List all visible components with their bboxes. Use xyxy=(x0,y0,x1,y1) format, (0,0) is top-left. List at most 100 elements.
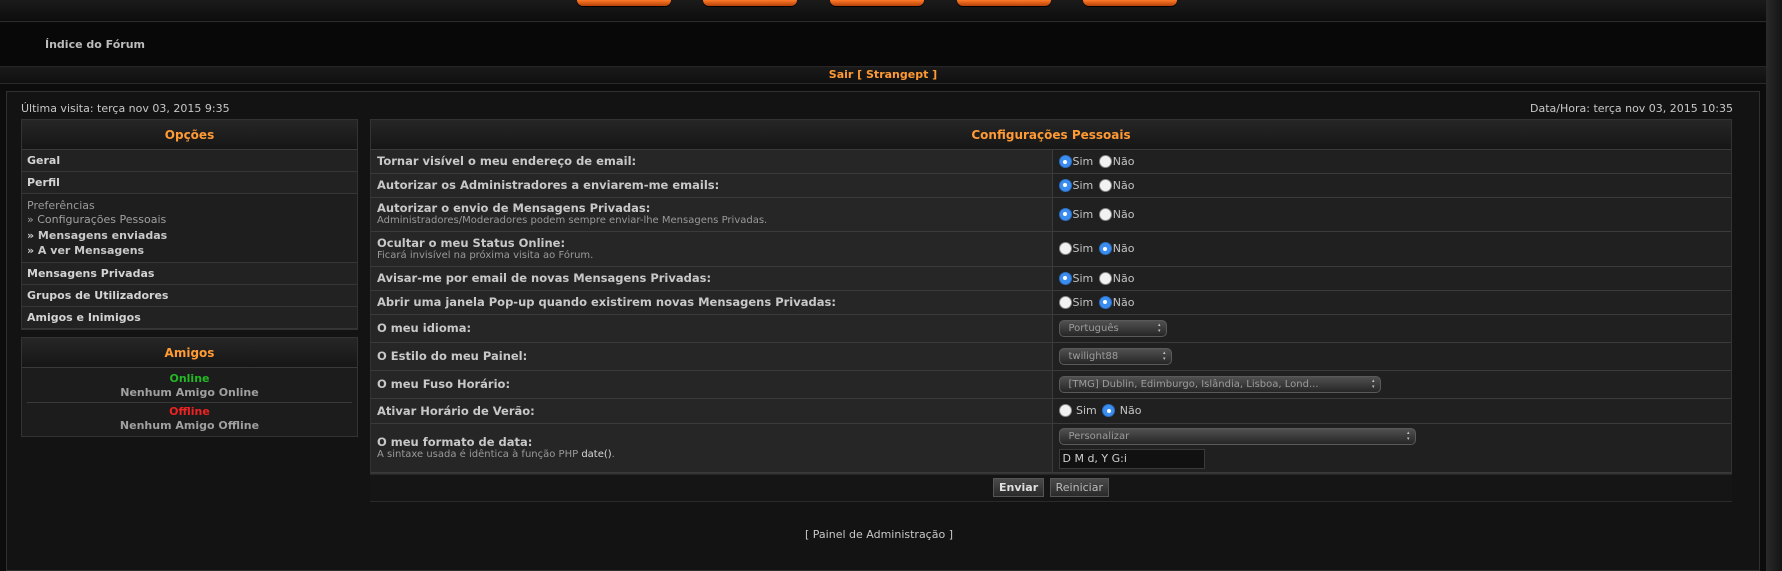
popup-pm-yes-radio[interactable] xyxy=(1058,295,1072,309)
notify-pm-yes-radio[interactable] xyxy=(1058,271,1072,285)
setting-row: Autorizar o envio de Mensagens Privadas:… xyxy=(371,197,1731,232)
setting-label: O meu Fuso Horário: xyxy=(377,377,511,391)
header-nav-button[interactable] xyxy=(957,0,1051,6)
logout-bar: Sair [ Strangept ] xyxy=(0,66,1766,84)
last-visit-text: Última visita: terça nov 03, 2015 9:35 xyxy=(21,102,230,115)
radio-label: Não xyxy=(1112,271,1135,285)
radio-label: Sim xyxy=(1072,295,1094,309)
sidebar-item-private-messages[interactable]: Mensagens Privadas xyxy=(22,263,357,285)
date-format-select[interactable]: Personalizar xyxy=(1058,428,1416,445)
radio-label: Sim xyxy=(1072,155,1094,168)
popup-pm-no-radio[interactable] xyxy=(1098,295,1112,309)
sidebar-item-sent-messages[interactable]: » Mensagens enviadas xyxy=(27,227,352,244)
setting-row: Autorizar os Administradores a enviarem-… xyxy=(371,173,1731,198)
window-scrollbar[interactable] xyxy=(1766,0,1782,571)
top-header-bar xyxy=(0,0,1766,22)
email-visible-no-radio[interactable] xyxy=(1098,155,1112,168)
setting-label: Ativar Horário de Verão: xyxy=(377,403,535,418)
setting-row: Avisar-me por email de novas Mensagens P… xyxy=(371,266,1731,291)
setting-row: Abrir uma janela Pop-up quando existirem… xyxy=(371,290,1731,315)
options-sidebar: Opções Geral Perfil Preferências » Confi… xyxy=(21,119,358,330)
language-select[interactable]: Português xyxy=(1058,319,1167,337)
sidebar-preferences-label[interactable]: Preferências xyxy=(27,199,352,213)
date-format-desc-text: A sintaxe usada é idêntica à função PHP xyxy=(377,448,579,460)
admin-emails-yes-radio[interactable] xyxy=(1058,178,1072,192)
current-datetime-text: Data/Hora: terça nov 03, 2015 10:35 xyxy=(1530,102,1733,115)
setting-label: Autorizar o envio de Mensagens Privadas: xyxy=(377,201,651,215)
friends-body: Online Nenhum Amigo Online Offline Nenhu… xyxy=(22,368,357,433)
admin-emails-no-radio[interactable] xyxy=(1098,178,1112,192)
notify-pm-no-radio[interactable] xyxy=(1098,271,1112,285)
setting-label: Ocultar o meu Status Online: xyxy=(377,235,566,250)
setting-description: Administradores/Moderadores podem sempre… xyxy=(377,215,768,226)
date-format-input[interactable]: D M d, Y G:i xyxy=(1058,449,1205,469)
header-nav-button[interactable] xyxy=(577,0,671,6)
settings-form: Tornar visível o meu endereço de email: … xyxy=(371,150,1731,473)
setting-row: Ocultar o meu Status Online: Ficará invi… xyxy=(371,231,1731,267)
radio-label: Não xyxy=(1112,155,1135,168)
radio-label: Sim xyxy=(1072,178,1094,192)
setting-description: Ficará invisível na próxima visita ao Fó… xyxy=(377,249,594,261)
radio-label: Não xyxy=(1112,207,1135,221)
radio-label: Não xyxy=(1112,178,1135,192)
style-select[interactable]: twilight88 xyxy=(1058,347,1172,365)
dst-yes-radio[interactable] xyxy=(1058,404,1072,418)
radio-label: Sim xyxy=(1076,404,1097,418)
forum-index-link[interactable]: Índice do Fórum xyxy=(45,38,145,51)
sidebar-item-personal-settings[interactable]: » Configurações Pessoais xyxy=(27,213,352,227)
nav-row: Índice do Fórum xyxy=(0,23,1766,67)
hide-online-no-radio[interactable] xyxy=(1098,242,1112,256)
sidebar-item-user-groups[interactable]: Grupos de Utilizadores xyxy=(22,285,357,307)
php-date-link[interactable]: date() xyxy=(581,449,611,460)
admin-panel-link[interactable]: [ Painel de Administração ] xyxy=(0,528,1758,541)
settings-title: Configurações Pessoais xyxy=(371,120,1731,150)
radio-label: Sim xyxy=(1072,271,1094,285)
setting-label: Tornar visível o meu endereço de email: xyxy=(377,154,637,169)
setting-row: O meu Fuso Horário: [TMG] Dublin, Edimbu… xyxy=(371,370,1731,399)
header-nav-button[interactable] xyxy=(703,0,797,6)
personal-settings-panel: Configurações Pessoais Tornar visível o … xyxy=(370,119,1732,474)
logout-link[interactable]: Sair [ Strangept ] xyxy=(829,68,937,81)
sidebar-item-general[interactable]: Geral xyxy=(22,150,357,172)
setting-description: A sintaxe usada é idêntica à função PHP … xyxy=(377,448,615,460)
sidebar-section-preferences: Preferências » Configurações Pessoais » … xyxy=(22,194,357,263)
setting-row: Tornar visível o meu endereço de email: … xyxy=(371,150,1731,174)
sidebar-item-viewing-messages[interactable]: » A ver Mensagens xyxy=(27,244,352,258)
setting-row: O Estilo do meu Painel: twilight88 xyxy=(371,342,1731,371)
allow-pm-yes-radio[interactable] xyxy=(1058,207,1072,221)
sidebar-item-profile[interactable]: Perfil xyxy=(22,172,357,194)
setting-row: O meu formato de data: A sintaxe usada é… xyxy=(371,423,1731,473)
radio-label: Não xyxy=(1112,295,1135,309)
hide-online-yes-radio[interactable] xyxy=(1058,242,1072,256)
setting-label: Autorizar os Administradores a enviarem-… xyxy=(377,178,720,192)
friends-panel: Amigos Online Nenhum Amigo Online Offlin… xyxy=(21,337,358,437)
radio-label: Sim xyxy=(1072,242,1094,256)
reset-button[interactable]: Reiniciar xyxy=(1049,478,1109,497)
dst-no-radio[interactable] xyxy=(1102,404,1116,418)
header-nav-button[interactable] xyxy=(1083,0,1177,6)
friends-online-empty: Nenhum Amigo Online xyxy=(120,386,259,399)
options-title: Opções xyxy=(22,120,357,150)
setting-label: O Estilo do meu Painel: xyxy=(377,349,528,363)
friends-offline-empty: Nenhum Amigo Offline xyxy=(119,419,260,432)
setting-label: O meu formato de data: xyxy=(377,434,533,449)
friends-title: Amigos xyxy=(22,338,357,368)
setting-row: Ativar Horário de Verão: Sim Não xyxy=(371,398,1731,424)
header-nav-button[interactable] xyxy=(830,0,924,6)
setting-label: Avisar-me por email de novas Mensagens P… xyxy=(377,271,712,285)
timezone-select[interactable]: [TMG] Dublin, Edimburgo, Islândia, Lisbo… xyxy=(1058,375,1381,393)
friends-online-label: Online xyxy=(169,372,210,385)
radio-label: Não xyxy=(1112,242,1135,256)
friends-divider xyxy=(27,402,352,403)
radio-label: Não xyxy=(1119,404,1142,418)
allow-pm-no-radio[interactable] xyxy=(1098,207,1112,221)
radio-label: Sim xyxy=(1072,207,1094,221)
friends-offline-label: Offline xyxy=(169,405,210,418)
sidebar-item-friends-foes[interactable]: Amigos e Inimigos xyxy=(22,307,357,329)
setting-label: O meu idioma: xyxy=(377,321,472,335)
setting-label: Abrir uma janela Pop-up quando existirem… xyxy=(377,295,836,309)
form-button-row: Enviar Reiniciar xyxy=(370,474,1732,502)
email-visible-yes-radio[interactable] xyxy=(1058,155,1072,168)
submit-button[interactable]: Enviar xyxy=(992,478,1045,497)
setting-row: O meu idioma: Português xyxy=(371,314,1731,343)
